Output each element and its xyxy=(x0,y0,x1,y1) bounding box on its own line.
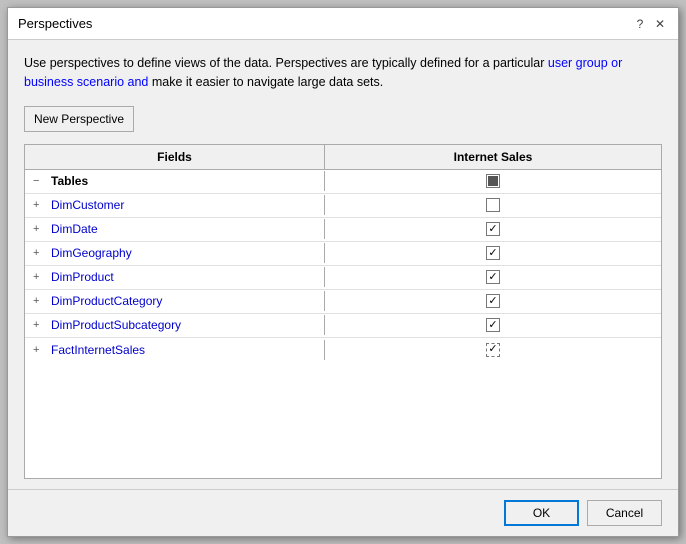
row-label[interactable]: DimGeography xyxy=(51,246,132,260)
table-row: + DimCustomer xyxy=(25,194,661,218)
row-check-cell xyxy=(325,315,661,335)
row-label[interactable]: DimProductCategory xyxy=(51,294,162,308)
checkbox[interactable] xyxy=(486,222,500,236)
row-label[interactable]: DimProduct xyxy=(51,270,114,284)
table-row: + DimProduct xyxy=(25,266,661,290)
table-row: + DimDate xyxy=(25,218,661,242)
row-check-cell xyxy=(325,291,661,311)
row-check-cell xyxy=(325,267,661,287)
perspectives-dialog: Perspectives ? ✕ Use perspectives to def… xyxy=(7,7,679,537)
checkbox[interactable] xyxy=(486,343,500,357)
table-body: −Tables + DimCustomer + DimDate + DimGeography… xyxy=(25,170,661,479)
title-bar: Perspectives ? ✕ xyxy=(8,8,678,40)
table-row: −Tables xyxy=(25,170,661,194)
row-label[interactable]: DimCustomer xyxy=(51,198,124,212)
perspectives-table: Fields Internet Sales −Tables + DimCustome… xyxy=(24,144,662,480)
checkbox[interactable] xyxy=(486,246,500,260)
dialog-footer: OK Cancel xyxy=(8,489,678,536)
row-expand-icon[interactable]: + xyxy=(33,295,45,307)
cancel-button[interactable]: Cancel xyxy=(587,500,662,526)
row-check-cell xyxy=(325,171,661,191)
row-expand-icon[interactable]: + xyxy=(33,223,45,235)
row-fields-cell: + DimProductCategory xyxy=(25,291,325,311)
row-label[interactable]: DimProductSubcategory xyxy=(51,318,181,332)
row-fields-cell: + DimDate xyxy=(25,219,325,239)
title-bar-left: Perspectives xyxy=(18,16,92,31)
title-bar-right: ? ✕ xyxy=(632,16,668,32)
row-expand-icon[interactable]: + xyxy=(33,271,45,283)
row-fields-cell: −Tables xyxy=(25,171,325,191)
row-label[interactable]: DimDate xyxy=(51,222,98,236)
row-check-cell xyxy=(325,219,661,239)
table-row: + DimProductCategory xyxy=(25,290,661,314)
row-check-cell xyxy=(325,243,661,263)
table-row: + DimProductSubcategory xyxy=(25,314,661,338)
row-expand-icon[interactable]: + xyxy=(33,247,45,259)
checkbox[interactable] xyxy=(486,294,500,308)
close-button[interactable]: ✕ xyxy=(652,16,668,32)
table-row: + DimGeography xyxy=(25,242,661,266)
checkbox[interactable] xyxy=(486,198,500,212)
description-highlight: user group or business scenario and xyxy=(24,56,622,89)
row-fields-cell: + DimGeography xyxy=(25,243,325,263)
col-internet-sales-header: Internet Sales xyxy=(325,145,661,169)
ok-button[interactable]: OK xyxy=(504,500,579,526)
table-header: Fields Internet Sales xyxy=(25,145,661,170)
new-perspective-button[interactable]: New Perspective xyxy=(24,106,134,132)
row-check-cell xyxy=(325,195,661,215)
row-expand-icon[interactable]: + xyxy=(33,319,45,331)
row-expand-icon[interactable]: − xyxy=(33,175,45,187)
dialog-title: Perspectives xyxy=(18,16,92,31)
row-fields-cell: + DimProduct xyxy=(25,267,325,287)
checkbox[interactable] xyxy=(486,270,500,284)
row-fields-cell: + DimProductSubcategory xyxy=(25,315,325,335)
description-text: Use perspectives to define views of the … xyxy=(24,54,662,92)
dialog-body: Use perspectives to define views of the … xyxy=(8,40,678,489)
row-fields-cell: + FactInternetSales xyxy=(25,340,325,360)
table-row: + FactInternetSales xyxy=(25,338,661,362)
col-fields-header: Fields xyxy=(25,145,325,169)
row-expand-icon[interactable]: + xyxy=(33,344,45,356)
row-check-cell xyxy=(325,340,661,360)
checkbox[interactable] xyxy=(486,174,500,188)
row-label: Tables xyxy=(51,174,88,188)
help-button[interactable]: ? xyxy=(632,16,648,32)
row-expand-icon[interactable]: + xyxy=(33,199,45,211)
checkbox[interactable] xyxy=(486,318,500,332)
row-fields-cell: + DimCustomer xyxy=(25,195,325,215)
row-label[interactable]: FactInternetSales xyxy=(51,343,145,357)
